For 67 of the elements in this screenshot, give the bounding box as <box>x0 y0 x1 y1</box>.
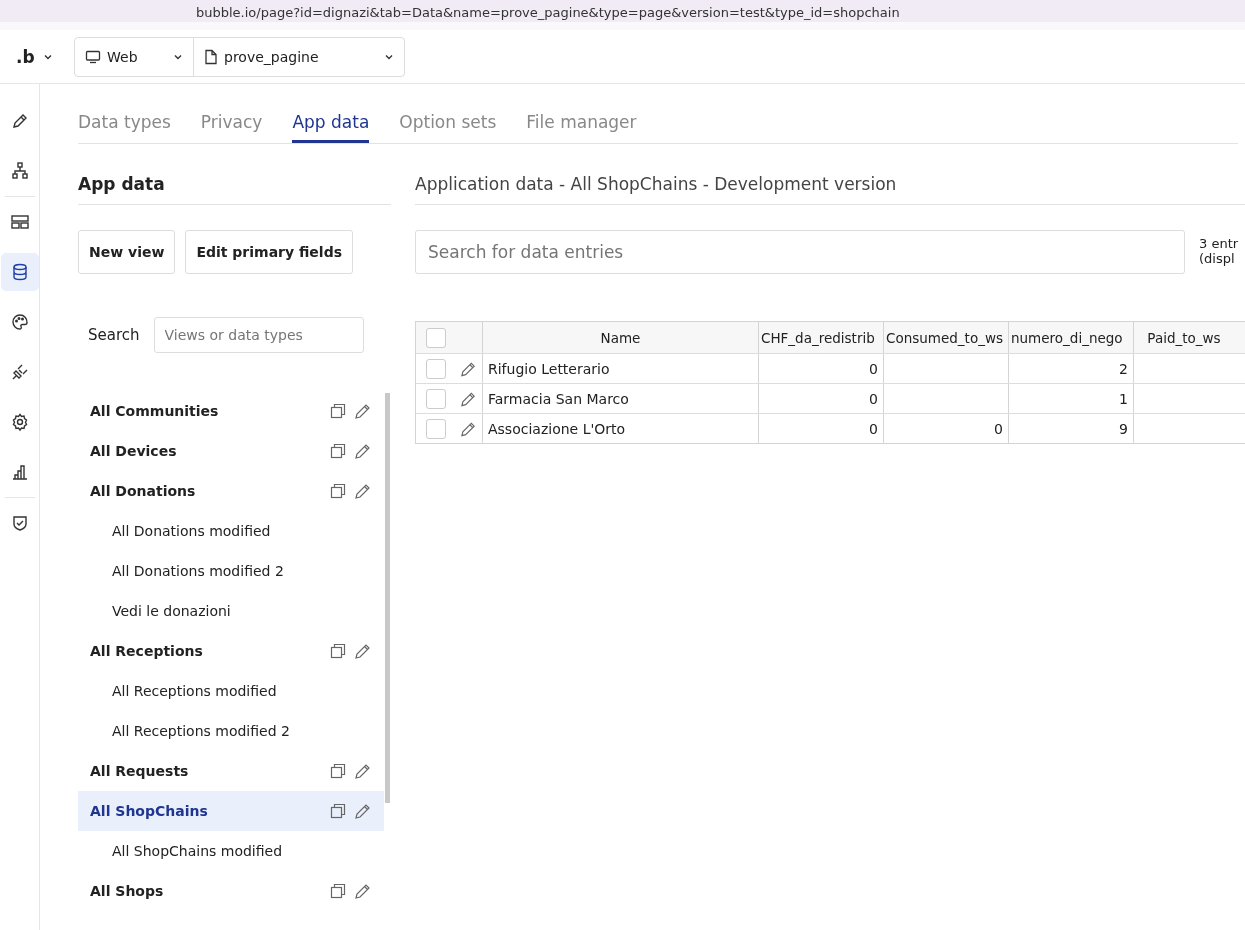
table-cell: 0 <box>994 420 1003 437</box>
copy-icon[interactable] <box>330 763 346 779</box>
tab[interactable]: Privacy <box>200 112 263 143</box>
pencil-icon[interactable] <box>354 802 372 820</box>
column-header[interactable]: Consumed_to_ws <box>884 322 1009 353</box>
view-list-item[interactable]: All Receptions <box>78 631 384 671</box>
select-all-checkbox[interactable] <box>425 327 446 348</box>
copy-icon[interactable] <box>330 443 346 459</box>
view-list-item[interactable]: All Donations <box>78 471 384 511</box>
view-list-item[interactable]: All Requests <box>78 751 384 791</box>
view-list-item[interactable]: All Donations modified <box>78 511 384 551</box>
database-icon[interactable] <box>0 253 39 291</box>
view-list-item[interactable]: All Receptions modified 2 <box>78 711 384 751</box>
table-cell: 0 <box>869 420 878 437</box>
pencil-icon[interactable] <box>354 762 372 780</box>
copy-icon[interactable] <box>330 403 346 419</box>
pencil-icon[interactable] <box>354 882 372 900</box>
view-list-item[interactable]: All Devices <box>78 431 384 471</box>
search-field[interactable]: Search for data entries <box>415 230 1185 274</box>
search-field[interactable]: Views or data types <box>153 317 364 353</box>
monitor-icon <box>85 49 101 64</box>
tab[interactable]: File manager <box>526 112 637 143</box>
table-cell: 0 <box>869 390 878 407</box>
table-cell: 2 <box>1119 360 1128 377</box>
action-button[interactable]: New view <box>78 230 176 274</box>
column-header[interactable]: Name <box>483 322 759 353</box>
column-header[interactable]: numero_di_nego <box>1009 322 1134 353</box>
page-heading: Application data - All ShopChains - Development version <box>415 174 1245 205</box>
table-cell: Associazione L'Orto <box>488 420 626 437</box>
table-cell: 1 <box>1119 390 1128 407</box>
view-list-item[interactable]: All Communities <box>78 391 384 431</box>
entry-count: (displ <box>1199 251 1236 266</box>
copy-icon[interactable] <box>330 803 346 819</box>
view-list-item[interactable]: Vedi le donazioni <box>78 591 384 631</box>
view-list-item[interactable]: All Donations modified 2 <box>78 551 384 591</box>
tab[interactable]: Option sets <box>399 112 497 143</box>
pencil-icon[interactable] <box>354 402 372 420</box>
tab[interactable]: Data types <box>78 112 171 143</box>
table-cell: Rifugio Letterario <box>488 360 610 377</box>
column-header[interactable]: Paid_to_ws <box>1134 322 1234 353</box>
logo-menu[interactable]: .b <box>16 46 62 67</box>
panel-title: App data <box>78 174 391 205</box>
page-dropdown[interactable]: prove_pagine <box>194 37 404 76</box>
entry-count: 3 entr <box>1199 236 1239 251</box>
table-cell: 0 <box>869 360 878 377</box>
tab[interactable]: App data <box>292 112 370 143</box>
pencil-icon[interactable] <box>354 642 372 660</box>
row-checkbox[interactable] <box>425 358 446 379</box>
column-header[interactable]: CHF_da_redistrib <box>759 322 884 353</box>
view-list-item[interactable]: All ShopChains <box>78 791 384 831</box>
table-cell: 9 <box>1119 420 1128 437</box>
table-cell: Farmacia San Marco <box>488 390 629 407</box>
copy-icon[interactable] <box>330 883 346 899</box>
copy-icon[interactable] <box>330 483 346 499</box>
pencil-icon[interactable] <box>354 442 372 460</box>
row-checkbox[interactable] <box>425 388 446 409</box>
search-label: Search <box>88 326 140 344</box>
view-list-item[interactable]: All Shops <box>78 871 384 911</box>
action-button[interactable]: Edit primary fields <box>185 230 353 274</box>
document-icon <box>204 48 218 65</box>
scrollbar[interactable] <box>385 393 390 803</box>
pencil-icon[interactable] <box>354 482 372 500</box>
view-list-item[interactable]: All ShopChains modified <box>78 831 384 871</box>
copy-icon[interactable] <box>330 643 346 659</box>
row-checkbox[interactable] <box>425 418 446 439</box>
view-list-item[interactable]: All Receptions modified <box>78 671 384 711</box>
platform-dropdown[interactable]: Web <box>75 37 194 76</box>
